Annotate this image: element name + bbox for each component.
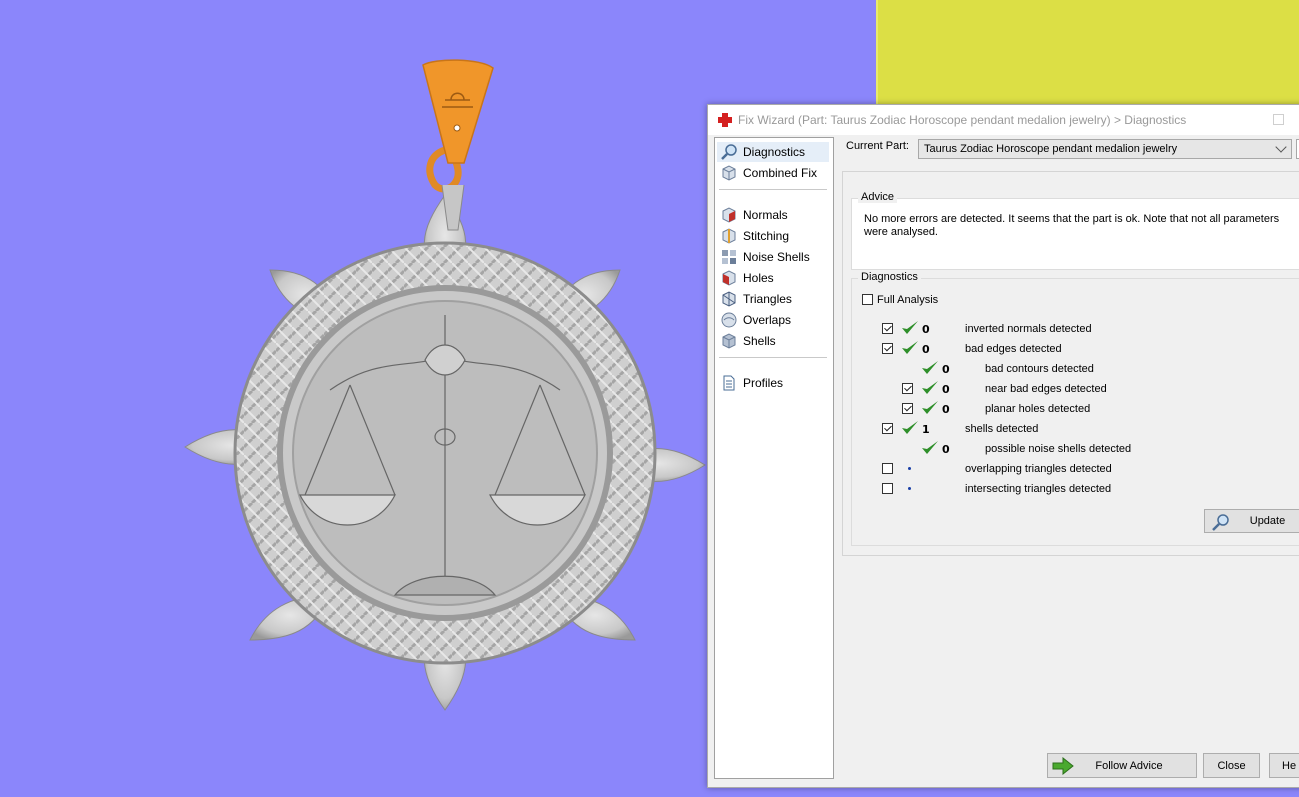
green-check-icon — [902, 421, 918, 434]
holes-cube-icon — [722, 270, 736, 286]
nav-item-label: Stitching — [743, 229, 790, 243]
nav-item-combined-fix[interactable]: Combined Fix — [717, 163, 829, 183]
nav-item-label: Triangles — [743, 292, 792, 306]
nav-item-label: Holes — [743, 271, 774, 285]
follow-advice-label: Follow Advice — [1095, 759, 1163, 772]
full-analysis-checkbox[interactable] — [862, 294, 873, 305]
current-part-value: Taurus Zodiac Horoscope pendant medalion… — [924, 143, 1178, 155]
nav-item-noise-shells[interactable]: Noise Shells — [717, 247, 829, 267]
background-part-region — [876, 0, 1299, 104]
magnifier-icon — [1212, 514, 1229, 531]
row-label: inverted normals detected — [965, 323, 1092, 335]
dialog-titlebar[interactable]: Fix Wizard (Part: Taurus Zodiac Horoscop… — [708, 105, 1299, 135]
nav-item-label: Shells — [743, 334, 776, 348]
nav-item-profiles[interactable]: Profiles — [717, 373, 829, 393]
row-count: 1 — [922, 423, 930, 436]
row-label: bad contours detected — [985, 363, 1094, 375]
row-count: 0 — [942, 363, 950, 376]
green-check-icon — [922, 401, 938, 414]
document-icon — [723, 375, 735, 391]
cube-icon — [722, 165, 736, 181]
pending-dot-icon — [908, 467, 911, 470]
full-analysis-label: Full Analysis — [877, 294, 939, 306]
nav-item-triangles[interactable]: Triangles — [717, 289, 829, 309]
row-checkbox-intersecting-triangles[interactable] — [882, 483, 893, 494]
row-label: overlapping triangles detected — [965, 463, 1112, 475]
pending-dot-icon — [908, 487, 911, 490]
row-label: possible noise shells detected — [985, 443, 1132, 455]
update-label: Update — [1249, 515, 1286, 527]
nav-item-label: Diagnostics — [743, 145, 806, 159]
triangles-cube-icon — [722, 291, 736, 307]
green-check-icon — [902, 321, 918, 334]
row-count: 0 — [942, 403, 950, 416]
overlaps-cube-icon — [721, 312, 737, 328]
row-checkbox-near-bad-edges[interactable] — [902, 383, 913, 394]
help-button[interactable]: He — [1269, 753, 1299, 778]
follow-advice-button[interactable]: Follow Advice — [1047, 753, 1197, 778]
close-label: Close — [1217, 759, 1246, 772]
current-part-select[interactable]: Taurus Zodiac Horoscope pendant medalion… — [918, 139, 1292, 159]
row-count: 0 — [942, 443, 950, 456]
row-count: 0 — [922, 323, 930, 336]
nav-item-normals[interactable]: Normals — [717, 205, 829, 225]
row-checkbox-overlapping-triangles[interactable] — [882, 463, 893, 474]
green-check-icon — [922, 361, 938, 374]
dialog-title: Fix Wizard (Part: Taurus Zodiac Horoscop… — [738, 113, 1187, 127]
advice-title: Advice — [858, 191, 898, 203]
row-checkbox-bad-edges[interactable] — [882, 343, 893, 354]
green-check-icon — [902, 341, 918, 354]
nav-item-stitching[interactable]: Stitching — [717, 226, 829, 246]
row-label: bad edges detected — [965, 343, 1062, 355]
row-label: intersecting triangles detected — [965, 483, 1112, 495]
update-button[interactable]: Update — [1204, 509, 1299, 533]
nav-item-label: Normals — [743, 208, 788, 222]
row-count: 0 — [922, 343, 930, 356]
normals-cube-icon — [722, 207, 736, 223]
row-checkbox-planar-holes[interactable] — [902, 403, 913, 414]
noise-shells-icon — [722, 250, 736, 264]
red-cross-icon — [718, 113, 732, 127]
advice-text: No more errors are detected. It seems th… — [864, 213, 1280, 238]
pendant-model[interactable] — [180, 55, 710, 720]
help-label: He — [1282, 759, 1297, 772]
advice-group: Advice No more errors are detected. It s… — [851, 191, 1299, 270]
nav-item-diagnostics[interactable]: Diagnostics — [717, 142, 829, 162]
stitching-cube-icon — [722, 228, 736, 244]
nav-item-shells[interactable]: Shells — [717, 331, 829, 351]
nav-item-label: Profiles — [743, 376, 784, 390]
green-check-icon — [922, 441, 938, 454]
nav-item-label: Combined Fix — [743, 166, 818, 180]
row-label: shells detected — [965, 423, 1039, 435]
row-label: planar holes detected — [985, 403, 1091, 415]
row-checkbox-inverted-normals[interactable] — [882, 323, 893, 334]
diagnostics-title: Diagnostics — [858, 271, 921, 283]
chevron-down-icon — [1275, 141, 1287, 153]
nav-item-holes[interactable]: Holes — [717, 268, 829, 288]
wizard-nav-list[interactable]: Diagnostics Combined Fix Normals Stitchi… — [714, 137, 834, 779]
row-label: near bad edges detected — [985, 383, 1107, 395]
row-count: 0 — [942, 383, 950, 396]
nav-item-overlaps[interactable]: Overlaps — [717, 310, 829, 330]
maximize-button[interactable] — [1273, 114, 1284, 125]
close-button[interactable]: Close — [1203, 753, 1260, 778]
row-checkbox-shells[interactable] — [882, 423, 893, 434]
nav-item-label: Noise Shells — [743, 250, 810, 264]
nav-separator — [719, 357, 827, 358]
magnifier-icon — [721, 144, 737, 160]
arrow-right-icon — [1052, 757, 1074, 775]
nav-separator — [719, 189, 827, 190]
shells-cube-icon — [722, 333, 736, 349]
green-check-icon — [922, 381, 938, 394]
fix-wizard-dialog[interactable]: Fix Wizard (Part: Taurus Zodiac Horoscop… — [707, 104, 1299, 788]
current-part-label: Current Part: — [846, 140, 909, 152]
nav-item-label: Overlaps — [743, 313, 792, 327]
